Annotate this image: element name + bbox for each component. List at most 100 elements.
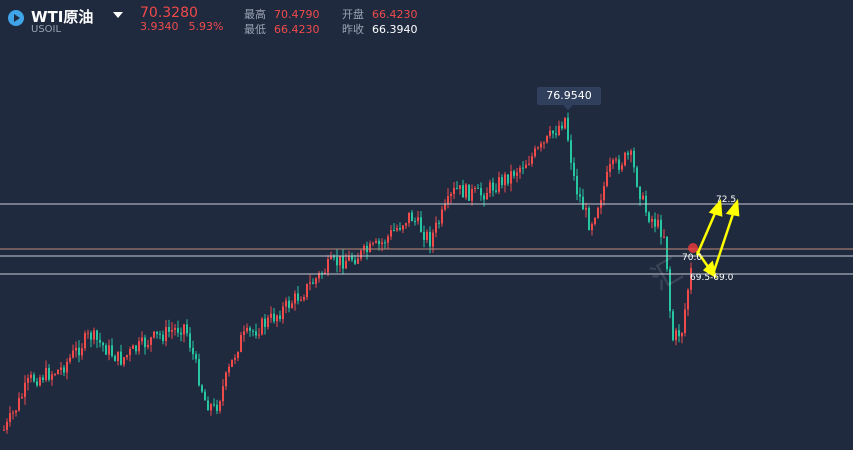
candle-body (213, 404, 215, 406)
candle-body (138, 341, 140, 352)
candle-body (30, 374, 32, 378)
candle-body (330, 256, 332, 260)
candle-body (525, 164, 527, 169)
candle-body (486, 192, 488, 200)
candle-body (243, 331, 245, 335)
candle-body (78, 347, 80, 356)
candle-body (687, 289, 689, 310)
candle-body (681, 333, 683, 337)
candle-body (339, 256, 341, 266)
candle-body (435, 222, 437, 233)
candle-body (168, 327, 170, 332)
candle-body (63, 367, 65, 373)
candle-body (90, 332, 92, 340)
candle-body (336, 257, 338, 266)
candle-body (663, 236, 665, 238)
candle-body (258, 334, 260, 336)
candle-body (228, 366, 230, 373)
candle-body (156, 331, 158, 334)
candle-body (354, 259, 356, 264)
peak-price-label: 76.9540 (537, 87, 601, 105)
candle-body (198, 359, 200, 386)
candle-body (264, 318, 266, 327)
candle-body (576, 175, 578, 195)
candle-body (189, 333, 191, 348)
candle-body (102, 342, 104, 346)
candle-body (579, 194, 581, 197)
candle-body (129, 349, 131, 356)
candle-body (594, 217, 596, 225)
level-label-70: 70.0 (682, 253, 703, 263)
candle-body (534, 148, 536, 157)
candle-body (333, 256, 335, 258)
arrow-up-1 (695, 210, 718, 256)
candle-body (261, 318, 263, 335)
candle-body (573, 162, 575, 176)
candle-body (480, 188, 482, 196)
candle-body (87, 332, 89, 334)
candle-body (456, 187, 458, 189)
candle-body (492, 182, 494, 191)
candle-body (369, 243, 371, 253)
candle-body (513, 171, 515, 176)
candle-body (387, 236, 389, 243)
candle-body (342, 256, 344, 269)
candle-body (48, 367, 50, 380)
candle-body (237, 352, 239, 358)
candle-body (507, 174, 509, 184)
candle-body (405, 223, 407, 226)
candle-body (231, 359, 233, 367)
candle-body (597, 207, 599, 218)
candle-body (660, 219, 662, 237)
candle-body (654, 218, 656, 227)
candle-body (309, 282, 311, 284)
candle-body (489, 182, 491, 193)
candle-body (510, 171, 512, 184)
candle-body (441, 209, 443, 224)
candle-body (303, 297, 305, 300)
candle-body (675, 330, 677, 341)
candle-body (147, 344, 149, 348)
candle-body (636, 167, 638, 187)
candle-body (345, 260, 347, 269)
forecast-arrows (695, 198, 740, 279)
candle-body (378, 240, 380, 245)
candle-body (537, 147, 539, 149)
candle-body (465, 184, 467, 198)
candle-body (582, 196, 584, 210)
candle-body (312, 282, 314, 284)
candle-body (204, 391, 206, 401)
candlestick-chart[interactable] (0, 0, 853, 450)
candle-body (606, 171, 608, 187)
candle-body (177, 327, 179, 333)
candle-body (450, 193, 452, 197)
candle-body (45, 367, 47, 381)
candle-body (219, 401, 221, 411)
candle-body (9, 413, 11, 422)
candle-body (99, 339, 101, 343)
candle-body (483, 195, 485, 200)
candle-body (12, 412, 14, 414)
candle-body (327, 259, 329, 273)
candle-body (432, 232, 434, 247)
candle-body (150, 337, 152, 345)
candle-body (558, 125, 560, 135)
candle-body (642, 195, 644, 200)
candle-body (552, 130, 554, 134)
candle-body (186, 324, 188, 334)
candle-body (447, 196, 449, 204)
candle-body (294, 293, 296, 304)
candle-body (6, 421, 8, 430)
candle-body (519, 167, 521, 173)
candle-body (222, 386, 224, 402)
candle-body (105, 345, 107, 355)
candle-body (141, 337, 143, 342)
candle-body (471, 189, 473, 201)
candle-body (306, 283, 308, 298)
candle-body (210, 404, 212, 411)
candle-body (18, 397, 20, 411)
candle-body (522, 167, 524, 169)
candle-body (201, 385, 203, 392)
candle-body (651, 218, 653, 222)
candle-body (459, 185, 461, 189)
